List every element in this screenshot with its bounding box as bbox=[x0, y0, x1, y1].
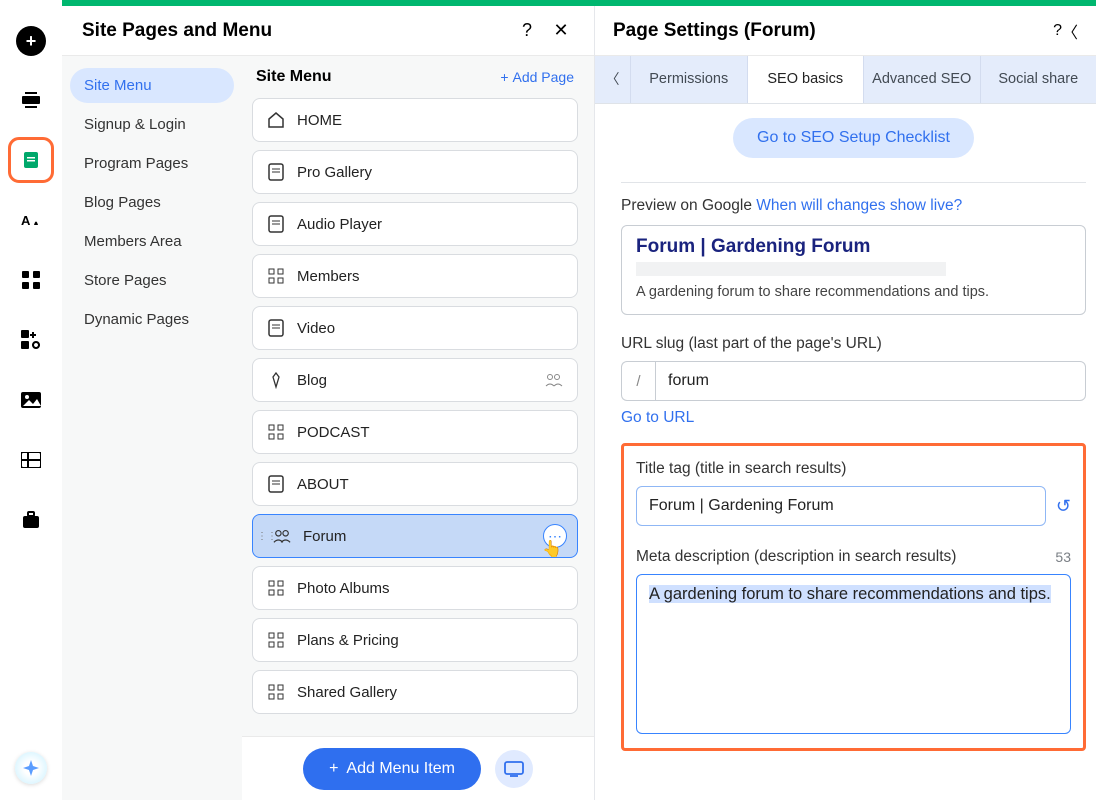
cursor-hand-icon: 👆 bbox=[542, 539, 562, 559]
page-item-forum[interactable]: ⋮⋮ Forum ⋯👆 bbox=[252, 514, 578, 558]
page-item-pro-gallery[interactable]: Pro Gallery bbox=[252, 150, 578, 194]
grid-icon bbox=[267, 631, 285, 649]
category-signup-login[interactable]: Signup & Login bbox=[70, 107, 234, 142]
page-list-column: Site Menu +Add Page HOME Pro Gallery Aud… bbox=[242, 56, 594, 800]
pages-icon[interactable] bbox=[15, 144, 47, 176]
google-preview-card: Forum | Gardening Forum A gardening foru… bbox=[621, 225, 1086, 315]
page-item-podcast[interactable]: PODCAST bbox=[252, 410, 578, 454]
category-site-menu[interactable]: Site Menu bbox=[70, 68, 234, 103]
page-icon bbox=[267, 319, 285, 337]
preview-title: Forum | Gardening Forum bbox=[636, 236, 1071, 258]
grid-icon bbox=[267, 267, 285, 285]
category-blog-pages[interactable]: Blog Pages bbox=[70, 185, 234, 220]
svg-text:A: A bbox=[21, 213, 31, 228]
title-tag-input[interactable] bbox=[636, 486, 1046, 526]
page-item-blog[interactable]: Blog bbox=[252, 358, 578, 402]
business-icon[interactable] bbox=[15, 504, 47, 536]
url-slash-prefix: / bbox=[621, 361, 655, 401]
page-item-about[interactable]: ABOUT bbox=[252, 462, 578, 506]
page-item-photo-albums[interactable]: Photo Albums bbox=[252, 566, 578, 610]
seo-highlight-box: Title tag (title in search results) ↺ Me… bbox=[621, 443, 1086, 751]
category-list: Site Menu Signup & Login Program Pages B… bbox=[62, 56, 242, 800]
members-badge-icon bbox=[545, 373, 563, 387]
tab-advanced-seo[interactable]: Advanced SEO bbox=[864, 56, 981, 103]
page-list: HOME Pro Gallery Audio Player Members Vi… bbox=[252, 98, 578, 800]
apps-icon[interactable] bbox=[15, 264, 47, 296]
meta-description-textarea[interactable]: A gardening forum to share recommendatio… bbox=[636, 574, 1071, 734]
section-icon[interactable] bbox=[15, 84, 47, 116]
page-icon bbox=[267, 475, 285, 493]
page-item-shared-gallery[interactable]: Shared Gallery bbox=[252, 670, 578, 714]
divider bbox=[621, 182, 1086, 183]
seo-checklist-button[interactable]: Go to SEO Setup Checklist bbox=[733, 118, 974, 158]
tab-scroll-left[interactable]: 〈 bbox=[595, 56, 631, 103]
preview-description: A gardening forum to share recommendatio… bbox=[636, 284, 1071, 300]
tab-seo-basics[interactable]: SEO basics bbox=[748, 56, 865, 103]
category-members-area[interactable]: Members Area bbox=[70, 224, 234, 259]
google-preview-label: Preview on Google When will changes show… bbox=[621, 197, 1086, 215]
tab-permissions[interactable]: Permissions bbox=[631, 56, 748, 103]
grid-icon bbox=[267, 683, 285, 701]
page-list-heading: Site Menu bbox=[256, 68, 500, 86]
bottom-bar: +Add Menu Item bbox=[242, 736, 594, 800]
go-to-url-link[interactable]: Go to URL bbox=[621, 409, 1086, 427]
changes-live-link[interactable]: When will changes show live? bbox=[756, 197, 962, 214]
site-pages-title: Site Pages and Menu bbox=[82, 20, 506, 42]
page-more-button[interactable]: ⋯👆 bbox=[543, 524, 567, 548]
page-settings-title: Page Settings (Forum) bbox=[613, 20, 1053, 42]
plus-icon: + bbox=[329, 760, 338, 778]
title-tag-label: Title tag (title in search results) bbox=[636, 460, 1071, 478]
media-icon[interactable] bbox=[15, 384, 47, 416]
page-settings-panel: Page Settings (Forum) ? 〈 〈 Permissions … bbox=[595, 6, 1096, 800]
url-slug-label: URL slug (last part of the page's URL) bbox=[621, 335, 1086, 353]
add-icon[interactable]: + bbox=[16, 26, 46, 56]
settings-tabs: 〈 Permissions SEO basics Advanced SEO So… bbox=[595, 56, 1096, 104]
site-pages-header: Site Pages and Menu ? ✕ bbox=[62, 6, 594, 56]
close-icon[interactable]: ✕ bbox=[548, 18, 574, 44]
design-icon[interactable]: A bbox=[15, 204, 47, 236]
pen-icon bbox=[267, 371, 285, 389]
category-store-pages[interactable]: Store Pages bbox=[70, 263, 234, 298]
back-icon[interactable]: 〈 bbox=[1062, 19, 1078, 43]
meta-char-count: 53 bbox=[1055, 549, 1071, 565]
page-item-members[interactable]: Members bbox=[252, 254, 578, 298]
seo-basics-body: Go to SEO Setup Checklist Preview on Goo… bbox=[595, 104, 1096, 800]
help-icon[interactable]: ? bbox=[1053, 22, 1062, 40]
page-item-video[interactable]: Video bbox=[252, 306, 578, 350]
page-icon bbox=[267, 215, 285, 233]
preview-mode-button[interactable] bbox=[495, 750, 533, 788]
home-icon bbox=[267, 111, 285, 129]
drag-handle-icon[interactable]: ⋮⋮ bbox=[257, 531, 277, 542]
category-program-pages[interactable]: Program Pages bbox=[70, 146, 234, 181]
plus-icon: + bbox=[500, 69, 508, 85]
left-rail: + A bbox=[0, 6, 62, 800]
add-menu-item-button[interactable]: +Add Menu Item bbox=[303, 748, 481, 790]
site-pages-panel: Site Pages and Menu ? ✕ Site Menu Signup… bbox=[62, 6, 595, 800]
tab-social-share[interactable]: Social share bbox=[981, 56, 1096, 103]
page-item-home[interactable]: HOME bbox=[252, 98, 578, 142]
page-settings-header: Page Settings (Forum) ? 〈 bbox=[595, 6, 1096, 56]
page-item-plans-pricing[interactable]: Plans & Pricing bbox=[252, 618, 578, 662]
ai-sparkle-icon[interactable] bbox=[15, 752, 47, 784]
add-page-button[interactable]: +Add Page bbox=[500, 69, 574, 85]
page-item-audio-player[interactable]: Audio Player bbox=[252, 202, 578, 246]
preview-url-placeholder bbox=[636, 262, 946, 276]
grid-icon bbox=[267, 423, 285, 441]
category-dynamic-pages[interactable]: Dynamic Pages bbox=[70, 302, 234, 337]
reset-icon[interactable]: ↺ bbox=[1056, 496, 1071, 517]
url-slug-input[interactable] bbox=[655, 361, 1086, 401]
meta-description-label: Meta description (description in search … bbox=[636, 548, 956, 566]
grid-icon bbox=[267, 579, 285, 597]
app-market-icon[interactable] bbox=[15, 324, 47, 356]
cms-icon[interactable] bbox=[15, 444, 47, 476]
help-icon[interactable]: ? bbox=[514, 18, 540, 44]
page-icon bbox=[267, 163, 285, 181]
